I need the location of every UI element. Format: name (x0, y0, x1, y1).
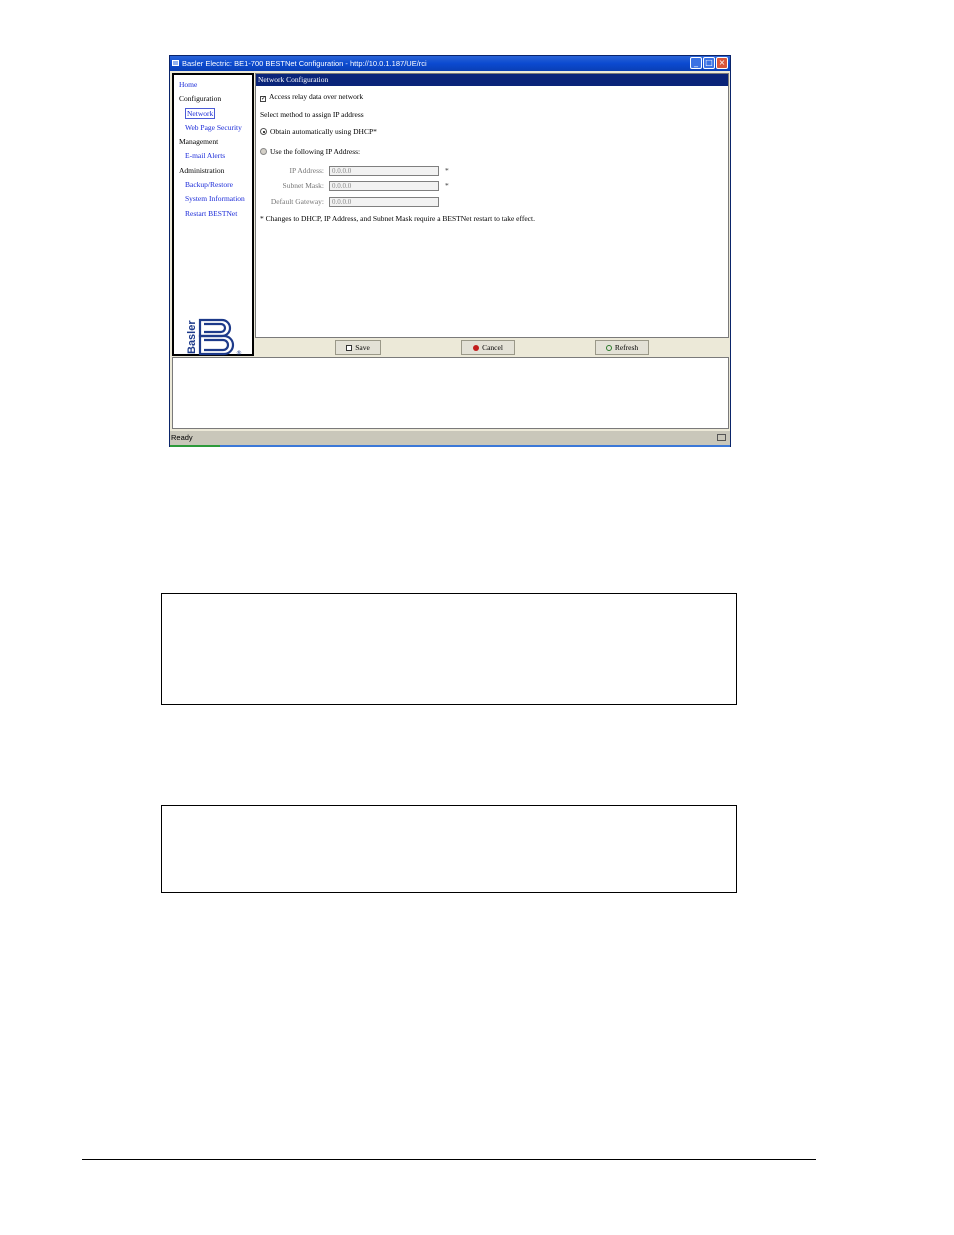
empty-frame-2 (161, 805, 737, 893)
subnet-mask-input[interactable]: 0.0.0.0 (329, 181, 439, 191)
nav-list: Home Configuration Network Web Page Secu… (179, 78, 245, 221)
cancel-button[interactable]: Cancel (461, 340, 515, 355)
close-icon[interactable]: × (716, 57, 728, 69)
sidebar-nav: Home Configuration Network Web Page Secu… (172, 73, 254, 356)
dhcp-row: Obtain automatically using DHCP* (260, 127, 377, 136)
nav-home[interactable]: Home (179, 78, 245, 92)
refresh-label: Refresh (614, 343, 639, 352)
default-gateway-label: Default Gateway: (270, 197, 324, 206)
footer-rule (82, 1159, 816, 1160)
minimize-icon[interactable]: _ (690, 57, 702, 69)
save-button[interactable]: Save (335, 340, 381, 355)
app-window: Basler Electric: BE1-700 BESTNet Configu… (169, 55, 731, 447)
access-checkbox-label: Access relay data over network (269, 92, 364, 101)
refresh-button[interactable]: Refresh (595, 340, 649, 355)
dhcp-radio[interactable] (260, 128, 267, 135)
subnet-mask-label: Subnet Mask: (282, 181, 324, 190)
nav-section-management: Management (179, 137, 219, 147)
access-checkbox[interactable]: ✓ (260, 96, 266, 102)
nav-network-label: Network (185, 107, 216, 119)
static-ip-radio[interactable] (260, 148, 267, 155)
network-config-panel: Network Configuration ✓ Access relay data… (255, 73, 729, 338)
maximize-icon[interactable]: □ (703, 57, 715, 69)
refresh-icon (605, 345, 612, 351)
nav-section-configuration: Configuration (179, 94, 222, 104)
status-bar: Ready (170, 431, 730, 447)
cancel-label: Cancel (482, 343, 503, 352)
nav-email-alerts[interactable]: E-mail Alerts (179, 149, 245, 163)
window-title: Basler Electric: BE1-700 BESTNet Configu… (182, 59, 427, 68)
security-zone-icon (717, 434, 726, 441)
select-method-text: Select method to assign IP address (260, 110, 364, 119)
static-ip-row: Use the following IP Address: (260, 147, 360, 156)
basler-logo: Basler ® (186, 318, 242, 356)
default-gateway-input[interactable]: 0.0.0.0 (329, 197, 439, 207)
cancel-icon (473, 345, 480, 351)
panel-header: Network Configuration (256, 74, 728, 86)
button-bar: Save Cancel Refresh (255, 339, 729, 355)
save-icon (346, 345, 353, 351)
nav-backup-restore[interactable]: Backup/Restore (179, 178, 245, 192)
nav-restart-bestnet[interactable]: Restart BESTNet (179, 207, 245, 221)
lower-frame (172, 357, 729, 429)
save-label: Save (355, 343, 370, 352)
logo-mark: ® (236, 350, 242, 356)
subnet-required-mark: * (445, 181, 449, 190)
empty-frame-1 (161, 593, 737, 705)
nav-system-information[interactable]: System Information (179, 192, 245, 206)
static-ip-label: Use the following IP Address: (270, 147, 361, 156)
ip-address-input[interactable]: 0.0.0.0 (329, 166, 439, 176)
progress-indicator (170, 445, 220, 447)
browser-icon (172, 60, 179, 66)
access-row: ✓ Access relay data over network (260, 92, 363, 102)
logo-text: Basler (186, 320, 198, 354)
title-bar[interactable]: Basler Electric: BE1-700 BESTNet Configu… (170, 56, 730, 71)
window-controls: _ □ × (690, 57, 728, 69)
nav-web-page-security[interactable]: Web Page Security (179, 121, 245, 135)
ip-required-mark: * (445, 166, 449, 175)
dhcp-label: Obtain automatically using DHCP* (270, 127, 377, 136)
nav-network[interactable]: Network (179, 107, 245, 121)
taskbar-edge (220, 445, 730, 447)
restart-note: * Changes to DHCP, IP Address, and Subne… (260, 214, 535, 223)
ip-address-label: IP Address: (289, 166, 324, 175)
nav-section-administration: Administration (179, 165, 225, 175)
status-text: Ready (171, 433, 193, 442)
